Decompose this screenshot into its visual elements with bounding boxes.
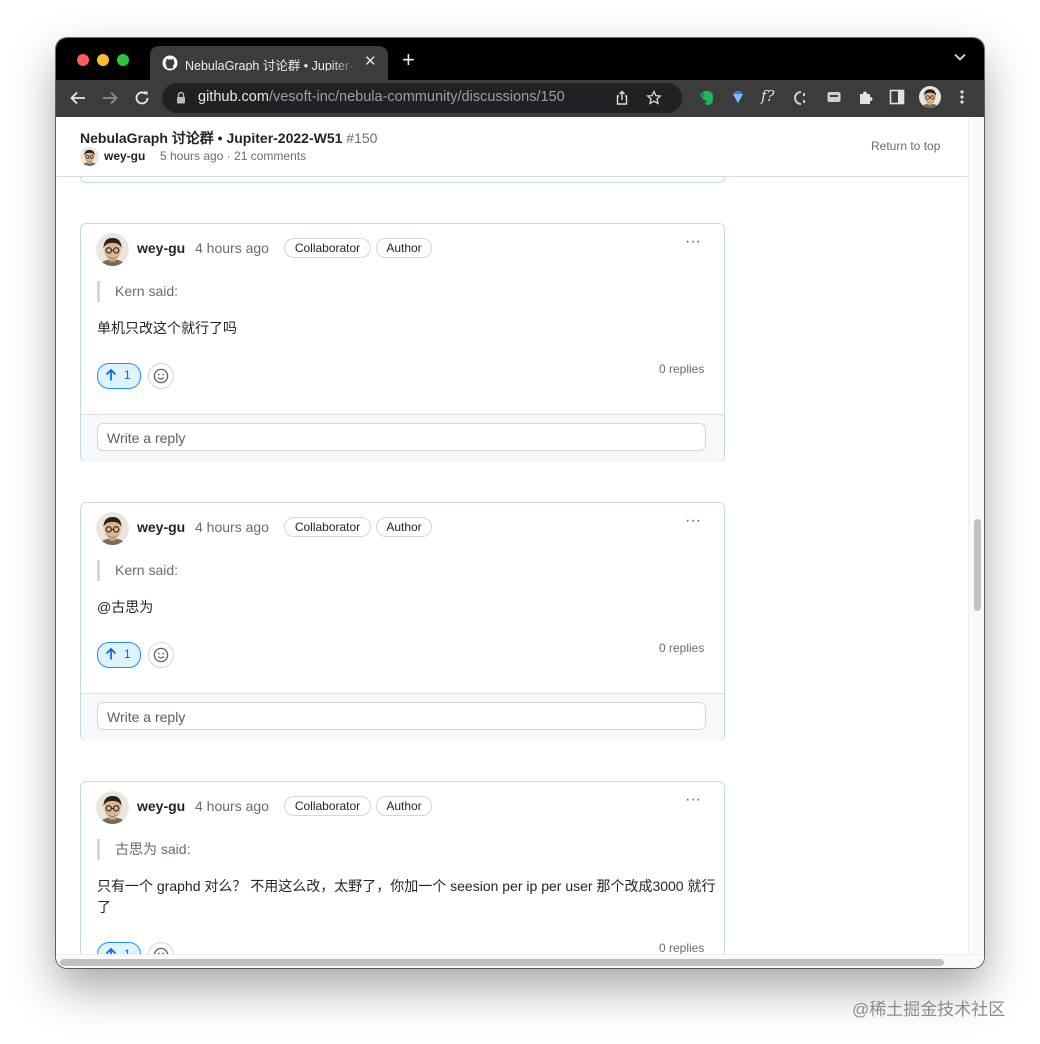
upvote-count: 1 <box>124 947 131 954</box>
collaborator-badge: Collaborator <box>284 238 371 258</box>
comment-card: wey-gu 4 hours ago Collaborator Author ·… <box>80 502 725 741</box>
discussion-number: #150 <box>346 130 378 146</box>
author-badge: Author <box>376 238 432 258</box>
discussion-meta: 5 hours ago · 21 comments <box>160 149 307 163</box>
browser-window: NebulaGraph 讨论群 • Jupiter-2022-W51 ✕ + g… <box>56 38 984 968</box>
upvote-button[interactable]: 1 <box>97 642 141 668</box>
reply-footer: Write a reply <box>81 693 724 741</box>
close-window-button[interactable] <box>77 54 89 66</box>
comment-card: wey-gu 4 hours ago Collaborator Author ·… <box>80 223 725 462</box>
replies-count: 0 replies <box>659 362 705 376</box>
smiley-icon <box>153 647 169 663</box>
bookmark-star-icon[interactable] <box>646 90 662 106</box>
watermark: @稀土掘金技术社区 <box>852 1000 1006 1019</box>
browser-menu-icon[interactable] <box>956 89 968 105</box>
smiley-icon <box>153 947 169 954</box>
code-extension-icon[interactable] <box>792 89 810 107</box>
reply-input[interactable]: Write a reply <box>97 702 706 730</box>
page-content: NebulaGraph 讨论群 • Jupiter-2022-W51 #150 … <box>56 117 968 954</box>
avatar[interactable] <box>96 512 129 545</box>
comment-timestamp[interactable]: 4 hours ago <box>195 798 269 814</box>
author-badge: Author <box>376 796 432 816</box>
share-icon[interactable] <box>614 90 630 106</box>
comment-body: 只有一个 graphd 对么？ 不用这么改，太野了，你加一个 seesion p… <box>97 878 716 915</box>
comment-options-icon[interactable]: ··· <box>685 513 701 529</box>
url-path: /vesoft-inc/nebula-community/discussions… <box>268 89 565 105</box>
sticky-discussion-header: NebulaGraph 讨论群 • Jupiter-2022-W51 #150 … <box>56 117 968 177</box>
forward-icon[interactable] <box>101 89 119 107</box>
replies-count: 0 replies <box>659 941 705 954</box>
tab-strip: NebulaGraph 讨论群 • Jupiter-2022-W51 ✕ + <box>56 38 984 80</box>
comment-options-icon[interactable]: ··· <box>685 234 701 250</box>
smiley-icon <box>153 368 169 384</box>
comment-timestamp[interactable]: 4 hours ago <box>195 519 269 535</box>
reply-input[interactable]: Write a reply <box>97 423 706 451</box>
avatar[interactable] <box>80 147 99 166</box>
return-to-top-link[interactable]: Return to top <box>871 139 940 153</box>
add-reaction-button[interactable] <box>148 942 174 954</box>
vertical-scrollbar-thumb[interactable] <box>974 519 981 611</box>
minimize-window-button[interactable] <box>97 54 109 66</box>
zoom-window-button[interactable] <box>117 54 129 66</box>
horizontal-scrollbar-thumb[interactable] <box>60 959 944 966</box>
back-icon[interactable] <box>69 89 87 107</box>
upvote-count: 1 <box>124 368 131 382</box>
side-panel-icon[interactable] <box>889 89 905 105</box>
comment-card: wey-gu 4 hours ago Collaborator Author ·… <box>80 781 725 954</box>
reload-icon[interactable] <box>133 89 151 107</box>
browser-toolbar: github.com/vesoft-inc/nebula-community/d… <box>56 80 984 117</box>
comment-author-link[interactable]: wey-gu <box>137 519 185 535</box>
url-text[interactable]: github.com/vesoft-inc/nebula-community/d… <box>198 89 565 105</box>
collaborator-badge: Collaborator <box>284 517 371 537</box>
discussion-title: NebulaGraph 讨论群 • Jupiter-2022-W51 #150 <box>80 128 377 148</box>
address-bar[interactable]: github.com/vesoft-inc/nebula-community/d… <box>162 83 682 113</box>
tab-close-icon[interactable]: ✕ <box>364 53 377 71</box>
comment-author-link[interactable]: wey-gu <box>137 798 185 814</box>
reply-footer: Write a reply <box>81 414 724 462</box>
author-badge: Author <box>376 517 432 537</box>
github-icon <box>162 55 178 71</box>
avatar[interactable] <box>96 791 129 824</box>
new-tab-button[interactable]: + <box>402 49 415 71</box>
upvote-count: 1 <box>124 647 131 661</box>
tab-search-chevron-icon[interactable] <box>953 50 967 64</box>
add-reaction-button[interactable] <box>148 363 174 389</box>
add-reaction-button[interactable] <box>148 642 174 668</box>
horizontal-scrollbar[interactable] <box>56 954 984 968</box>
url-domain: github.com <box>198 89 269 105</box>
evernote-extension-icon[interactable] <box>698 89 716 107</box>
arrow-up-icon <box>105 368 117 381</box>
quoted-reply: Kern said: <box>97 560 178 581</box>
comment-timestamp[interactable]: 4 hours ago <box>195 240 269 256</box>
quoted-reply: 古思为 said: <box>97 839 190 860</box>
browser-tab[interactable]: NebulaGraph 讨论群 • Jupiter-2022-W51 ✕ <box>150 46 388 80</box>
comment-body: @古思为 <box>97 599 154 615</box>
vertical-scrollbar[interactable] <box>968 117 984 954</box>
extensions-puzzle-icon[interactable] <box>857 89 874 106</box>
collaborator-badge: Collaborator <box>284 796 371 816</box>
chat-extension-icon[interactable] <box>826 89 842 105</box>
tab-title: NebulaGraph 讨论群 • Jupiter-2022-W51 <box>185 59 357 71</box>
comment-body: 单机只改这个就行了吗 <box>97 320 237 336</box>
upvote-button[interactable]: 1 <box>97 363 141 389</box>
discussion-title-text: NebulaGraph 讨论群 • Jupiter-2022-W51 <box>80 130 343 146</box>
profile-avatar[interactable] <box>919 86 941 108</box>
comment-author-link[interactable]: wey-gu <box>137 240 185 256</box>
gem-extension-icon[interactable] <box>730 89 746 105</box>
arrow-up-icon <box>105 947 117 954</box>
quoted-reply: Kern said: <box>97 281 178 302</box>
lock-icon[interactable] <box>176 91 186 104</box>
comment-options-icon[interactable]: ··· <box>685 792 701 808</box>
arrow-up-icon <box>105 647 117 660</box>
discussion-author-link[interactable]: wey-gu <box>104 149 145 163</box>
upvote-button[interactable]: 1 <box>97 942 141 954</box>
replies-count: 0 replies <box>659 641 705 655</box>
formula-extension-icon[interactable]: f? <box>761 87 775 105</box>
avatar[interactable] <box>96 233 129 266</box>
